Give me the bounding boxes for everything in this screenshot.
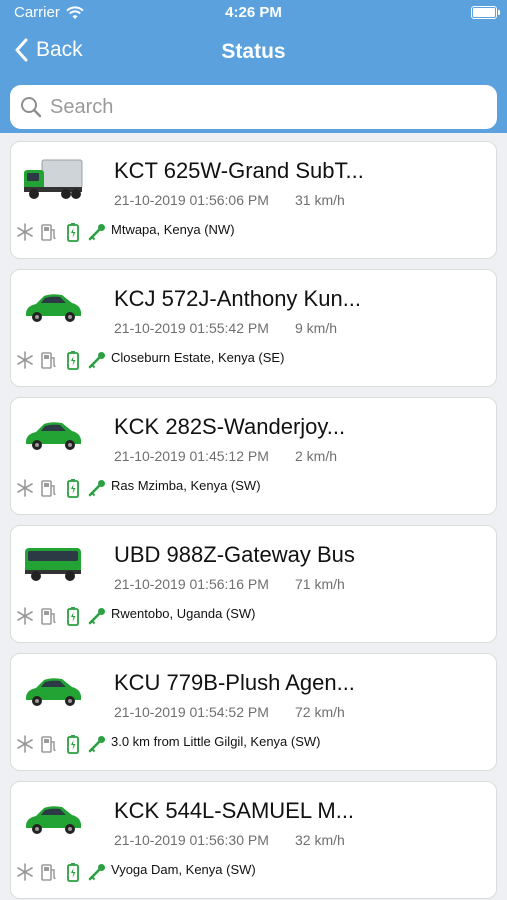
- vehicle-title: KCT 625W-Grand SubT...: [114, 158, 364, 183]
- vehicle-location: Vyoga Dam, Kenya (SW): [111, 862, 256, 877]
- page-title: Status: [221, 40, 286, 63]
- vehicle-timestamp: 21-10-2019 01:56:16 PM: [114, 576, 269, 592]
- bus-icon: [22, 540, 84, 586]
- vehicle-location: Mtwapa, Kenya (NW): [111, 222, 235, 237]
- vehicle-speed: 9 km/h: [295, 320, 338, 336]
- vehicle-card[interactable]: KCT 625W-Grand SubT... 21-10-2019 01:56:0…: [10, 141, 497, 259]
- navigation-bar: Back Status: [0, 26, 507, 78]
- ac-snowflake-icon: [15, 862, 35, 882]
- vehicle-speed: 31 km/h: [295, 192, 345, 208]
- vehicle-status-icons: [15, 478, 111, 498]
- ignition-key-icon: [87, 222, 107, 242]
- vehicle-card[interactable]: UBD 988Z-Gateway Bus 21-10-2019 01:56:16 …: [10, 525, 497, 643]
- ignition-key-icon: [87, 862, 107, 882]
- ignition-key-icon: [87, 606, 107, 626]
- car-icon: [22, 412, 84, 458]
- vehicle-speed: 71 km/h: [295, 576, 345, 592]
- battery-charging-icon: [63, 478, 83, 498]
- vehicle-status-icons: [15, 606, 111, 626]
- vehicle-location: Closeburn Estate, Kenya (SE): [111, 350, 285, 365]
- battery-charging-icon: [63, 734, 83, 754]
- vehicle-title: KCU 779B-Plush Agen...: [114, 670, 355, 695]
- vehicle-timestamp: 21-10-2019 01:55:42 PM: [114, 320, 269, 336]
- battery-charging-icon: [63, 350, 83, 370]
- fuel-pump-icon: [39, 734, 59, 754]
- vehicle-timestamp: 21-10-2019 01:56:06 PM: [114, 192, 269, 208]
- ignition-key-icon: [87, 478, 107, 498]
- car-icon: [22, 668, 84, 714]
- vehicle-card[interactable]: KCU 779B-Plush Agen... 21-10-2019 01:54:5…: [10, 653, 497, 771]
- vehicle-timestamp: 21-10-2019 01:54:52 PM: [114, 704, 269, 720]
- car-icon: [22, 284, 84, 330]
- header-bar: Carrier 4:26 PM Back Status: [0, 0, 507, 133]
- vehicle-title: KCK 544L-SAMUEL M...: [114, 798, 355, 823]
- vehicle-location: Rwentobo, Uganda (SW): [111, 606, 256, 621]
- fuel-pump-icon: [39, 222, 59, 242]
- search-input[interactable]: [50, 95, 470, 119]
- battery-charging-icon: [63, 606, 83, 626]
- clock: 4:26 PM: [225, 4, 282, 21]
- fuel-pump-icon: [39, 478, 59, 498]
- fuel-pump-icon: [39, 350, 59, 370]
- ac-snowflake-icon: [15, 734, 35, 754]
- vehicle-location: 3.0 km from Little Gilgil, Kenya (SW): [111, 734, 321, 749]
- fuel-pump-icon: [39, 606, 59, 626]
- battery-charging-icon: [63, 862, 83, 882]
- vehicle-list: KCT 625W-Grand SubT... 21-10-2019 01:56:0…: [10, 141, 497, 900]
- vehicle-timestamp: 21-10-2019 01:45:12 PM: [114, 448, 269, 464]
- vehicle-card[interactable]: KCJ 572J-Anthony Kun... 21-10-2019 01:55:…: [10, 269, 497, 387]
- ios-status-bar: Carrier 4:26 PM: [0, 0, 507, 26]
- ac-snowflake-icon: [15, 478, 35, 498]
- vehicle-speed: 32 km/h: [295, 832, 345, 848]
- car-icon: [22, 796, 84, 842]
- vehicle-timestamp: 21-10-2019 01:56:30 PM: [114, 832, 269, 848]
- ac-snowflake-icon: [15, 606, 35, 626]
- ac-snowflake-icon: [15, 350, 35, 370]
- vehicle-title: UBD 988Z-Gateway Bus: [114, 542, 355, 567]
- ignition-key-icon: [87, 734, 107, 754]
- vehicle-card[interactable]: KCK 282S-Wanderjoy... 21-10-2019 01:45:12…: [10, 397, 497, 515]
- ignition-key-icon: [87, 350, 107, 370]
- vehicle-status-icons: [15, 862, 111, 882]
- search-bar[interactable]: [10, 85, 497, 129]
- search-icon: [21, 97, 42, 118]
- vehicle-speed: 2 km/h: [295, 448, 338, 464]
- vehicle-speed: 72 km/h: [295, 704, 345, 720]
- ac-snowflake-icon: [15, 222, 35, 242]
- vehicle-location: Ras Mzimba, Kenya (SW): [111, 478, 261, 493]
- vehicle-status-icons: [15, 350, 111, 370]
- vehicle-card[interactable]: KCK 544L-SAMUEL M... 21-10-2019 01:56:30 …: [10, 781, 497, 899]
- vehicle-title: KCJ 572J-Anthony Kun...: [114, 286, 362, 311]
- battery-level: [473, 8, 495, 17]
- fuel-pump-icon: [39, 862, 59, 882]
- truck-icon: [22, 156, 84, 202]
- vehicle-status-icons: [15, 734, 111, 754]
- battery-icon: [471, 6, 500, 19]
- vehicle-status-icons: [15, 222, 111, 242]
- battery-charging-icon: [63, 222, 83, 242]
- vehicle-title: KCK 282S-Wanderjoy...: [114, 414, 346, 439]
